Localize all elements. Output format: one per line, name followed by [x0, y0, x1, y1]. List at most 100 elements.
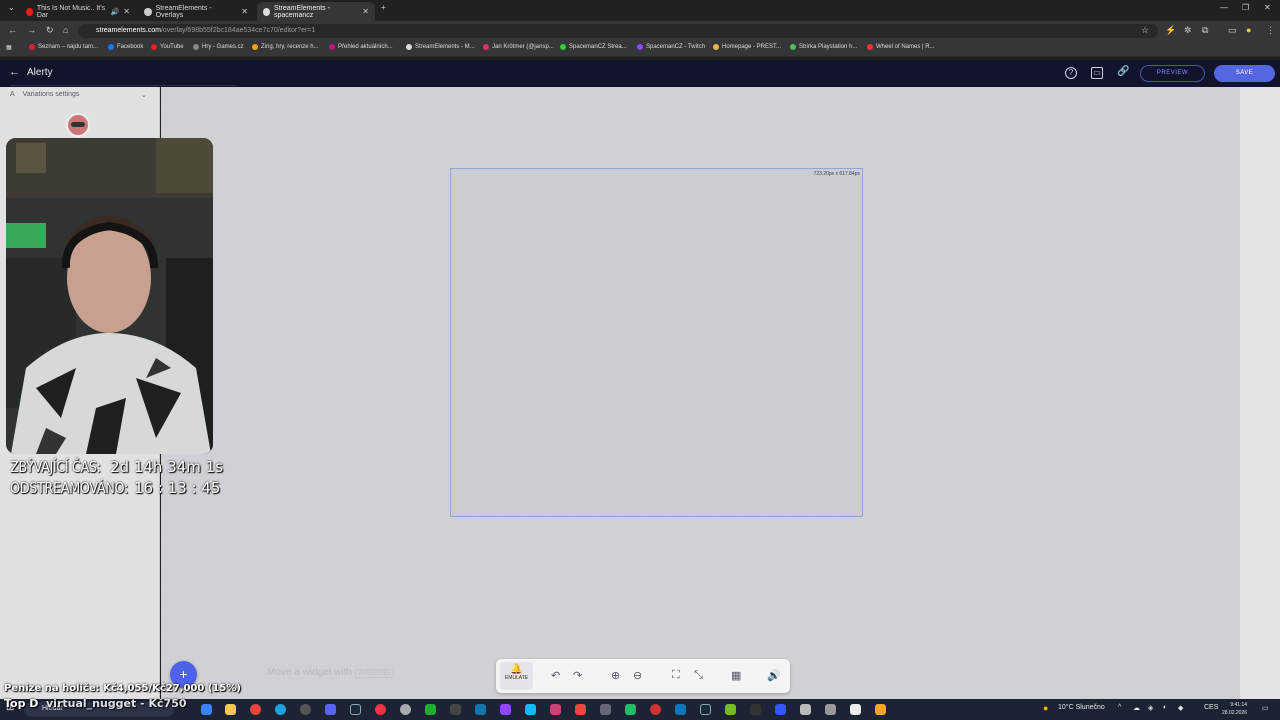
bookmark-item[interactable]: Jan Krötmer (@jansp... [483, 44, 554, 50]
preview-button[interactable]: PREVIEW [1140, 65, 1205, 82]
restore-icon[interactable]: ❐ [1242, 3, 1249, 12]
close-icon[interactable]: ✕ [123, 7, 130, 16]
app-icon[interactable] [725, 704, 736, 715]
tab-music[interactable]: This Is Not Music.. It's Dar 🔊 ✕ [20, 2, 136, 21]
app-icon[interactable] [400, 704, 411, 715]
bookmark-item[interactable]: Wheel of Names | R... [867, 44, 935, 50]
bookmark-item[interactable]: StreamElements - M... [406, 44, 475, 50]
steam-icon[interactable] [700, 704, 711, 715]
tray-icon[interactable]: ◆ [1178, 704, 1183, 712]
bookmark-item[interactable]: Zing, hry, recenze h... [252, 44, 319, 50]
bookmark-item[interactable]: Sbírka Playstation h... [790, 44, 857, 50]
network-icon[interactable]: ◈ [1148, 704, 1153, 712]
language-indicator[interactable]: CES [1204, 704, 1218, 711]
bookmark-item[interactable]: SpacemanCZ - Twitch [637, 44, 705, 50]
variations-settings-header[interactable]: A Variations settings [10, 91, 79, 98]
twitch-icon[interactable] [500, 704, 511, 715]
app-icon[interactable] [775, 704, 786, 715]
undo-icon[interactable]: ↶ [551, 669, 560, 682]
overlay-stage[interactable]: 723.20px x 617.84px [450, 168, 863, 517]
app-icon[interactable] [525, 704, 536, 715]
reload-icon[interactable]: ↻ [46, 25, 54, 36]
app-icon[interactable] [850, 704, 861, 715]
menu-icon[interactable]: ⋮ [1266, 25, 1275, 36]
clock[interactable]: 9:41:14 28.02.2026 [1222, 701, 1247, 717]
app-icon[interactable] [750, 704, 761, 715]
app-icon[interactable] [575, 704, 586, 715]
app-icon[interactable] [650, 704, 661, 715]
app-icon[interactable] [875, 704, 886, 715]
bookmark-item[interactable]: Homepage - PREST... [713, 44, 781, 50]
close-icon[interactable]: ✕ [362, 7, 369, 16]
bookmark-item[interactable]: YouTube [151, 44, 184, 50]
star-icon[interactable]: ☆ [1141, 25, 1149, 36]
back-icon[interactable]: ← [8, 25, 17, 35]
grid-icon[interactable]: ▦ [731, 669, 741, 682]
tab-editor[interactable]: StreamElements - spacemancz ✕ [257, 2, 375, 21]
puzzle-icon[interactable]: ⧉ [1202, 25, 1208, 36]
link-icon[interactable]: 🔗 [1117, 67, 1129, 79]
twitch-icon [637, 44, 643, 50]
edge-icon[interactable] [275, 704, 286, 715]
extension-icon[interactable]: ⚡ [1165, 25, 1176, 36]
playstation-icon [790, 44, 796, 50]
collapse-icon[interactable]: ⤡ [694, 669, 703, 682]
save-button[interactable]: SAVE [1214, 65, 1275, 82]
app-icon[interactable] [475, 704, 486, 715]
avatar-icon[interactable]: ● [1246, 25, 1251, 35]
window-close-icon[interactable]: ✕ [1264, 3, 1271, 12]
app-icon[interactable] [800, 704, 811, 715]
bookmark-item[interactable]: Hry - Games.cz [193, 44, 244, 50]
weather-text[interactable]: 10°C Slunečno [1058, 704, 1105, 711]
bookmark-item[interactable]: Přehled aktuálních... [329, 44, 393, 50]
new-tab-icon[interactable]: + [381, 3, 386, 12]
redo-icon[interactable]: ↷ [573, 669, 582, 682]
app-icon[interactable] [600, 704, 611, 715]
volume-icon[interactable]: 🔊 [767, 669, 781, 682]
app-icon[interactable] [675, 704, 686, 715]
extension-icon[interactable]: ✲ [1184, 25, 1192, 36]
tray-expand-icon[interactable]: ^ [1118, 704, 1121, 711]
volume-icon[interactable]: ◐ [1163, 704, 1167, 711]
bookmark-item[interactable]: Seznam – najdu tam... [29, 44, 98, 50]
minimize-icon[interactable]: — [1220, 3, 1228, 12]
app-icon[interactable] [425, 704, 436, 715]
apps-icon[interactable]: ▦ [6, 44, 12, 51]
emulate-button[interactable]: 🔔 EMULATE [500, 662, 533, 690]
bell-icon: 🔔 [510, 664, 523, 675]
home-icon[interactable]: ⌂ [63, 25, 68, 35]
chevron-down-icon[interactable]: ⌄ [141, 91, 147, 99]
steam-icon[interactable] [350, 704, 361, 715]
profile-icon[interactable]: ▭ [1228, 25, 1237, 36]
app-icon[interactable] [625, 704, 636, 715]
explorer-icon[interactable] [225, 704, 236, 715]
bookmark-item[interactable]: Facebook [108, 44, 143, 50]
app-icon[interactable] [375, 704, 386, 715]
discord-icon[interactable] [325, 704, 336, 715]
notification-icon[interactable]: ▭ [1262, 704, 1269, 712]
tab-overlays[interactable]: StreamElements - Overlays ✕ [138, 2, 254, 21]
close-icon[interactable]: ✕ [241, 7, 248, 16]
chrome-icon[interactable] [250, 704, 261, 715]
youtube-icon [151, 44, 157, 50]
app-icon[interactable] [201, 704, 212, 715]
back-arrow-icon[interactable]: ← [9, 66, 20, 78]
forward-icon[interactable]: → [27, 25, 36, 35]
app-icon[interactable] [450, 704, 461, 715]
zoom-in-icon[interactable]: ⊕ [611, 669, 620, 682]
browser-tabstrip: ⌄ This Is Not Music.. It's Dar 🔊 ✕ Strea… [0, 0, 1280, 21]
app-icon[interactable] [550, 704, 561, 715]
obs-icon[interactable] [300, 704, 311, 715]
fit-screen-icon[interactable]: ⛶ [672, 669, 680, 682]
tab-search-icon[interactable]: ⌄ [8, 3, 15, 12]
url-field[interactable]: streamelements.com/overlay/698b55f2bc184… [78, 24, 1158, 38]
right-panel [1240, 87, 1280, 699]
top-donor-label: Top D [4, 697, 39, 710]
app-icon[interactable] [825, 704, 836, 715]
zoom-out-icon[interactable]: ⊖ [633, 669, 642, 682]
screen-icon[interactable]: ▭ [1091, 67, 1103, 79]
bookmark-item[interactable]: SpacemanCZ Strea... [560, 44, 627, 50]
help-icon[interactable]: ? [1065, 67, 1077, 79]
tray-icon[interactable]: ☁ [1133, 704, 1140, 712]
stage-dimensions: 723.20px x 617.84px [813, 171, 860, 177]
